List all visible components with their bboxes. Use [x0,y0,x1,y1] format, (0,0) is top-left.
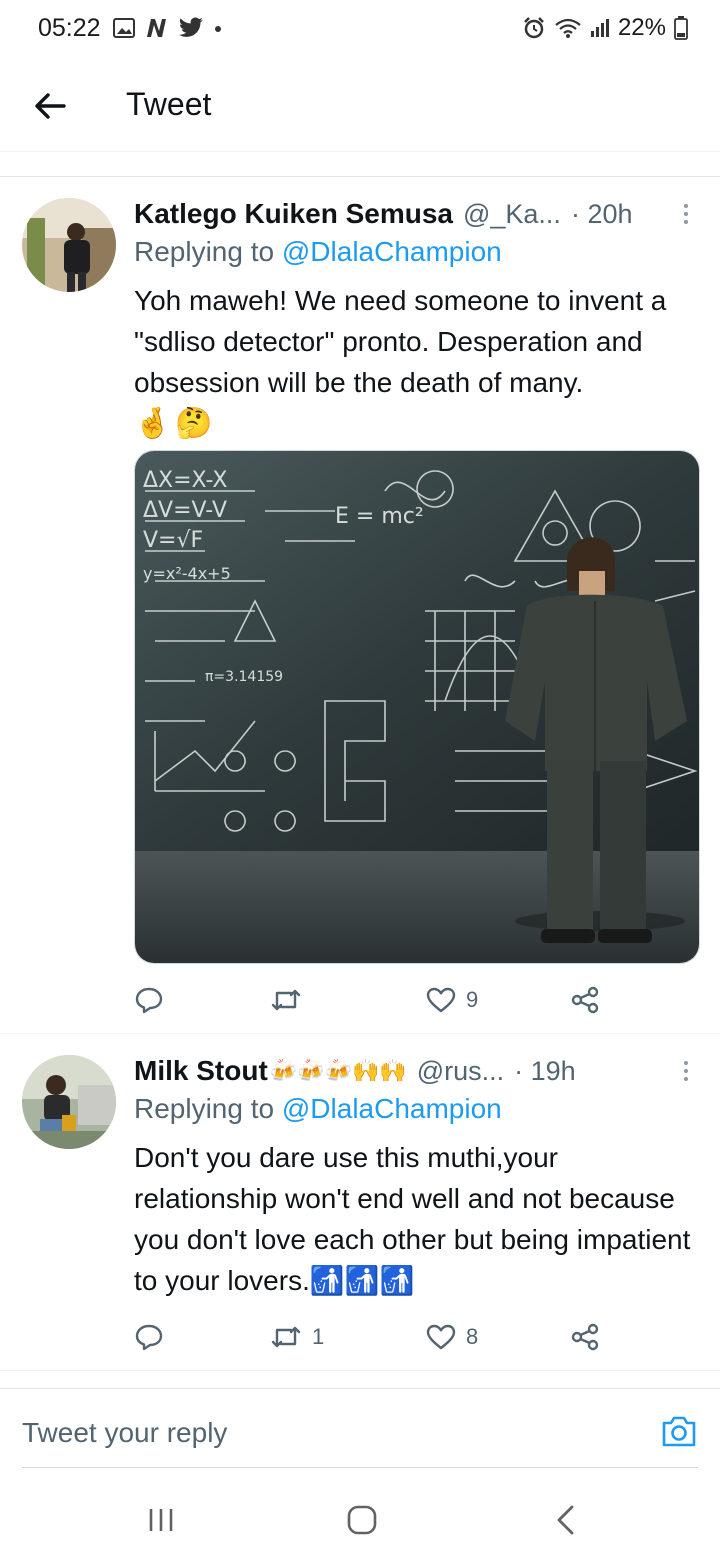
arrow-left-icon [35,93,66,119]
like-count: 8 [466,1324,479,1349]
dot-icon [215,26,221,32]
svg-text:V=√F: V=√F [143,528,203,553]
mention-link[interactable]: @DlalaChampion [282,236,502,267]
author-handle[interactable]: @rus... [417,1056,504,1087]
tweet-emojis: 🤞🤔 [134,407,217,440]
tweet[interactable]: Katlego Kuiken Semusa @_Ka... · 20h Repl… [0,178,720,1034]
twitter-icon [179,17,203,37]
tweet-image[interactable]: ΔX=X-X ΔV=V-V V=√F E = mc² y=x²-4x+5 π=3… [134,450,700,964]
svg-text:ΔX=X-X: ΔX=X-X [143,468,227,493]
tweet-time[interactable]: · 20h [571,199,633,230]
avatar[interactable] [22,198,116,292]
reply-input[interactable]: Tweet your reply [22,1417,227,1449]
tweet-text: Don't you dare use this muthi,your relat… [134,1137,700,1301]
svg-text:y=x²-4x+5: y=x²-4x+5 [143,564,231,583]
reply-button[interactable] [134,986,174,1014]
share-button[interactable] [570,1323,610,1351]
tweet[interactable]: Milk Stout 🍻🍻🍻🙌🙌 @rus... · 19h Replying … [0,1035,720,1371]
svg-text:E = mc²: E = mc² [335,504,424,529]
system-navigation-bar [0,1476,720,1560]
input-underline [22,1467,698,1468]
tweet-text: Yoh maweh! We need someone to invent a "… [134,280,700,444]
heart-icon [426,987,456,1013]
camera-icon [662,1416,696,1447]
author-name[interactable]: Milk Stout [134,1055,268,1087]
heart-icon [426,1324,456,1350]
status-system-icons: 22% [522,14,688,42]
author-name-emojis: 🍻🍻🍻🙌🙌 [269,1058,407,1083]
reply-composer: Tweet your reply [0,1388,720,1468]
home-button[interactable] [346,1504,378,1541]
wifi-icon [555,18,581,38]
like-button[interactable]: 8 [426,1324,478,1350]
retweet-icon [271,1326,301,1348]
retweet-count: 1 [312,1324,325,1349]
page-title: Tweet [126,86,212,122]
more-icon[interactable] [676,1055,696,1087]
replying-to: Replying to @DlalaChampion [134,236,502,268]
share-icon [571,986,599,1014]
recent-apps-button[interactable] [146,1506,176,1539]
tweet-body: Yoh maweh! We need someone to invent a "… [134,285,667,398]
like-count: 9 [466,987,479,1012]
recent-apps-icon [149,1509,173,1531]
avatar[interactable] [22,1055,116,1149]
retweet-button[interactable]: 1 [270,1324,324,1350]
home-icon [347,1505,377,1535]
status-bar: 05:22 22% [0,0,720,60]
svg-text:π=3.14159: π=3.14159 [205,669,283,685]
reply-icon [135,987,163,1014]
battery-icon [674,16,688,40]
retweet-button[interactable] [270,987,312,1013]
divider [0,153,720,177]
share-button[interactable] [570,986,610,1014]
share-icon [571,1323,599,1351]
gallery-icon [113,18,135,38]
status-time: 05:22 [38,14,101,42]
more-icon[interactable] [676,198,696,230]
tweet-actions: 9 [134,980,614,1020]
replying-label: Replying to [134,1093,282,1124]
camera-button[interactable] [660,1413,698,1451]
top-app-bar: Tweet [0,60,720,152]
tweet-header: Katlego Kuiken Semusa @_Ka... · 20h [134,194,696,234]
alarm-icon [524,17,544,39]
chevron-left-icon [557,1505,574,1535]
battery-percent: 22% [617,14,666,41]
n-app-icon [147,19,166,37]
author-name[interactable]: Katlego Kuiken Semusa [134,198,453,230]
back-button[interactable] [28,84,72,128]
svg-text:ΔV=V-V: ΔV=V-V [143,498,227,523]
replying-label: Replying to [134,236,282,267]
like-button[interactable]: 9 [426,987,478,1013]
retweet-icon [271,989,301,1011]
mention-link[interactable]: @DlalaChampion [282,1093,502,1124]
status-notification-icons [112,14,224,42]
signal-icon [590,19,609,37]
tweet-body: Don't you dare use this muthi,your relat… [134,1142,691,1296]
tweet-time[interactable]: · 19h [514,1056,576,1087]
reply-icon [135,1324,163,1351]
tweet-header: Milk Stout 🍻🍻🍻🙌🙌 @rus... · 19h [134,1051,696,1091]
reply-button[interactable] [134,1323,174,1351]
replying-to: Replying to @DlalaChampion [134,1093,502,1125]
tweet-actions: 1 8 [134,1317,614,1357]
nav-back-button[interactable] [552,1504,578,1541]
author-handle[interactable]: @_Ka... [463,199,561,230]
